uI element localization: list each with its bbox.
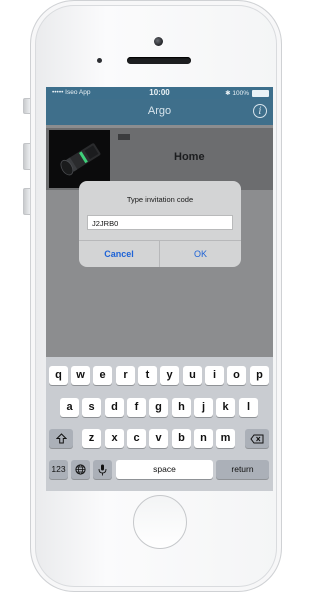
key-a[interactable]: a bbox=[60, 398, 79, 417]
delete-key[interactable] bbox=[245, 429, 269, 448]
invitation-code-dialog: Type invitation code J2JRB0 Cancel OK bbox=[79, 181, 241, 267]
key-n[interactable]: n bbox=[194, 429, 213, 448]
microphone-icon bbox=[98, 464, 107, 476]
key-j[interactable]: j bbox=[194, 398, 213, 417]
key-x[interactable]: x bbox=[105, 429, 124, 448]
status-bar: ••••• Iseo App 10:00 ✱ 100% bbox=[46, 87, 273, 99]
lock-image bbox=[49, 130, 110, 188]
delete-icon bbox=[250, 434, 264, 444]
return-key[interactable]: return bbox=[216, 460, 269, 479]
key-w[interactable]: w bbox=[71, 366, 90, 385]
dictation-key[interactable] bbox=[93, 460, 112, 479]
key-g[interactable]: g bbox=[149, 398, 168, 417]
cancel-button[interactable]: Cancel bbox=[79, 241, 159, 267]
key-r[interactable]: r bbox=[116, 366, 135, 385]
invitation-code-input[interactable]: J2JRB0 bbox=[87, 215, 233, 230]
battery-icon bbox=[252, 90, 269, 97]
proximity-sensor bbox=[97, 58, 102, 63]
keyboard: q w e r t y u i o p a s d f g h j k l z … bbox=[46, 357, 273, 491]
battery-level-icon bbox=[118, 134, 130, 140]
dialog-title: Type invitation code bbox=[126, 195, 194, 204]
key-z[interactable]: z bbox=[82, 429, 101, 448]
key-t[interactable]: t bbox=[138, 366, 157, 385]
home-button[interactable] bbox=[133, 495, 187, 549]
key-m[interactable]: m bbox=[216, 429, 235, 448]
volume-up-button bbox=[23, 143, 30, 170]
space-key[interactable]: space bbox=[116, 460, 213, 479]
earpiece-speaker bbox=[127, 57, 191, 64]
globe-key[interactable] bbox=[71, 460, 90, 479]
shift-icon bbox=[55, 433, 67, 444]
key-i[interactable]: i bbox=[205, 366, 224, 385]
key-v[interactable]: v bbox=[149, 429, 168, 448]
key-o[interactable]: o bbox=[227, 366, 246, 385]
key-l[interactable]: l bbox=[239, 398, 258, 417]
page-title: Argo bbox=[147, 105, 172, 117]
ok-button[interactable]: OK bbox=[160, 241, 241, 267]
info-icon[interactable]: i bbox=[253, 104, 267, 118]
key-s[interactable]: s bbox=[82, 398, 101, 417]
key-c[interactable]: c bbox=[127, 429, 146, 448]
key-d[interactable]: d bbox=[105, 398, 124, 417]
shift-key[interactable] bbox=[49, 429, 73, 448]
volume-down-button bbox=[23, 188, 30, 215]
nav-bar: Argo i bbox=[46, 99, 273, 125]
front-camera bbox=[154, 37, 163, 46]
key-b[interactable]: b bbox=[172, 429, 191, 448]
battery-percent: ✱ 100% bbox=[225, 90, 249, 97]
lock-name: Home bbox=[174, 151, 205, 163]
mute-switch bbox=[23, 98, 30, 114]
key-y[interactable]: y bbox=[160, 366, 179, 385]
key-e[interactable]: e bbox=[93, 366, 112, 385]
key-q[interactable]: q bbox=[49, 366, 68, 385]
key-f[interactable]: f bbox=[127, 398, 146, 417]
key-h[interactable]: h bbox=[172, 398, 191, 417]
key-u[interactable]: u bbox=[183, 366, 202, 385]
globe-icon bbox=[75, 464, 86, 475]
key-k[interactable]: k bbox=[216, 398, 235, 417]
key-p[interactable]: p bbox=[250, 366, 269, 385]
numbers-key[interactable]: 123 bbox=[49, 460, 68, 479]
